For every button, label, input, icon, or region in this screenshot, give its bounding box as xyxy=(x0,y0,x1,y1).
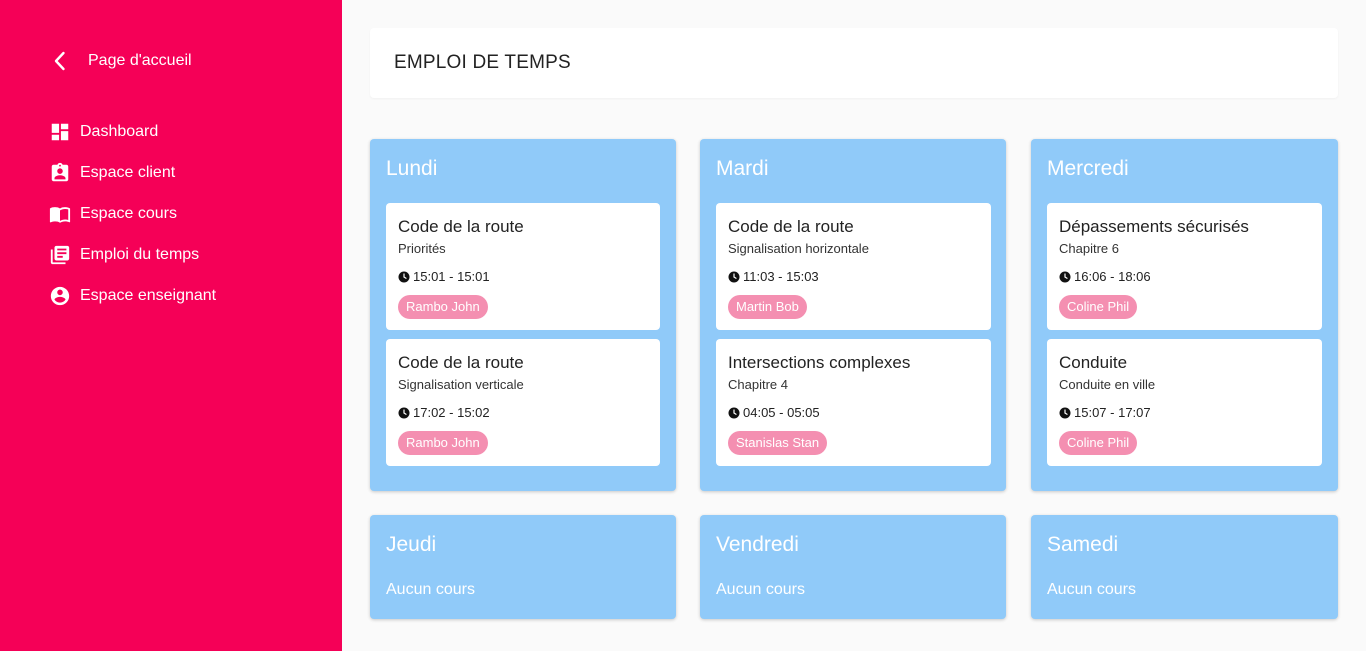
course-time: 04:05 - 05:05 xyxy=(728,405,820,420)
account-circle-icon xyxy=(48,284,72,308)
course-title: Conduite xyxy=(1059,353,1128,372)
course-subtitle: Priorités xyxy=(398,241,446,256)
chevron-left-icon xyxy=(54,51,65,71)
course-time: 15:01 - 15:01 xyxy=(398,269,490,284)
course-time: 17:02 - 15:02 xyxy=(398,405,490,420)
course-time: 15:07 - 17:07 xyxy=(1059,405,1151,420)
clock-icon xyxy=(398,407,410,418)
course-time-text: 15:07 - 17:07 xyxy=(1074,405,1151,420)
course-title: Code de la route xyxy=(728,217,854,236)
day-card-samedi: Samedi Aucun cours xyxy=(1031,515,1338,619)
teacher-chip[interactable]: Coline Phil xyxy=(1059,295,1138,319)
library-books-icon xyxy=(48,243,72,267)
course-time-text: 04:05 - 05:05 xyxy=(743,405,820,420)
sidebar: Page d'accueil Dashboard Espace client E… xyxy=(0,0,342,651)
course-title: Dépassements sécurisés xyxy=(1059,217,1249,236)
sidebar-item-label: Espace client xyxy=(80,163,176,181)
day-title: Jeudi xyxy=(386,533,437,556)
sidebar-item-espace-enseignant[interactable]: Espace enseignant xyxy=(48,275,216,316)
teacher-chip[interactable]: Rambo John xyxy=(398,295,488,319)
page-title: EMPLOI DE TEMPS xyxy=(394,52,571,73)
day-title: Vendredi xyxy=(716,533,799,556)
day-card-lundi: Lundi Code de la route Priorités 15:01 -… xyxy=(370,139,676,491)
day-card-mardi: Mardi Code de la route Signalisation hor… xyxy=(700,139,1006,491)
back-label: Page d'accueil xyxy=(88,52,192,69)
day-title: Mardi xyxy=(716,157,769,180)
course-title: Code de la route xyxy=(398,353,524,372)
course-card[interactable]: Dépassements sécurisés Chapitre 6 16:06 … xyxy=(1047,203,1322,330)
page-header: EMPLOI DE TEMPS xyxy=(370,28,1338,98)
course-subtitle: Conduite en ville xyxy=(1059,377,1156,392)
clock-icon xyxy=(728,407,740,418)
sidebar-item-dashboard[interactable]: Dashboard xyxy=(48,111,216,152)
course-card[interactable]: Intersections complexes Chapitre 4 04:05… xyxy=(716,339,991,466)
course-card[interactable]: Conduite Conduite en ville 15:07 - 17:07… xyxy=(1047,339,1322,466)
menu-book-icon xyxy=(48,202,72,226)
course-subtitle: Signalisation horizontale xyxy=(728,241,869,256)
day-title: Samedi xyxy=(1047,533,1119,556)
sidebar-item-label: Dashboard xyxy=(80,122,159,140)
course-card[interactable]: Code de la route Signalisation horizonta… xyxy=(716,203,991,330)
empty-day-text: Aucun cours xyxy=(716,581,805,598)
sidebar-item-label: Espace enseignant xyxy=(80,286,217,304)
course-time-text: 15:01 - 15:01 xyxy=(413,269,490,284)
teacher-chip[interactable]: Coline Phil xyxy=(1059,431,1138,455)
course-time-text: 17:02 - 15:02 xyxy=(413,405,490,420)
sidebar-item-emploi-du-temps[interactable]: Emploi du temps xyxy=(48,234,216,275)
day-title: Lundi xyxy=(386,157,438,180)
course-time: 11:03 - 15:03 xyxy=(728,269,819,284)
course-time-text: 11:03 - 15:03 xyxy=(743,269,819,284)
course-title: Intersections complexes xyxy=(728,353,911,372)
back-to-home-link[interactable]: Page d'accueil xyxy=(48,46,192,76)
teacher-chip[interactable]: Stanislas Stan xyxy=(728,431,828,455)
dashboard-icon xyxy=(48,120,72,144)
assignment-ind-icon xyxy=(48,161,72,185)
teacher-chip[interactable]: Martin Bob xyxy=(728,295,807,319)
day-card-jeudi: Jeudi Aucun cours xyxy=(370,515,676,619)
sidebar-item-label: Emploi du temps xyxy=(80,245,200,263)
course-subtitle: Chapitre 6 xyxy=(1059,241,1119,256)
empty-day-text: Aucun cours xyxy=(1047,581,1136,598)
clock-icon xyxy=(728,271,740,282)
clock-icon xyxy=(1059,271,1071,282)
sidebar-item-espace-client[interactable]: Espace client xyxy=(48,152,216,193)
day-card-vendredi: Vendredi Aucun cours xyxy=(700,515,1006,619)
course-card[interactable]: Code de la route Priorités 15:01 - 15:01… xyxy=(386,203,660,330)
clock-icon xyxy=(1059,407,1071,418)
main-content: EMPLOI DE TEMPS Lundi Code de la route P… xyxy=(342,0,1366,651)
sidebar-item-label: Espace cours xyxy=(80,204,177,222)
course-subtitle: Signalisation verticale xyxy=(398,377,524,392)
sidebar-nav: Dashboard Espace client Espace cours Emp… xyxy=(48,111,216,316)
clock-icon xyxy=(398,271,410,282)
sidebar-item-espace-cours[interactable]: Espace cours xyxy=(48,193,216,234)
course-card[interactable]: Code de la route Signalisation verticale… xyxy=(386,339,660,466)
empty-day-text: Aucun cours xyxy=(386,581,475,598)
course-time-text: 16:06 - 18:06 xyxy=(1074,269,1151,284)
day-card-mercredi: Mercredi Dépassements sécurisés Chapitre… xyxy=(1031,139,1338,491)
course-subtitle: Chapitre 4 xyxy=(728,377,788,392)
day-title: Mercredi xyxy=(1047,157,1129,180)
course-title: Code de la route xyxy=(398,217,524,236)
teacher-chip[interactable]: Rambo John xyxy=(398,431,488,455)
course-time: 16:06 - 18:06 xyxy=(1059,269,1151,284)
